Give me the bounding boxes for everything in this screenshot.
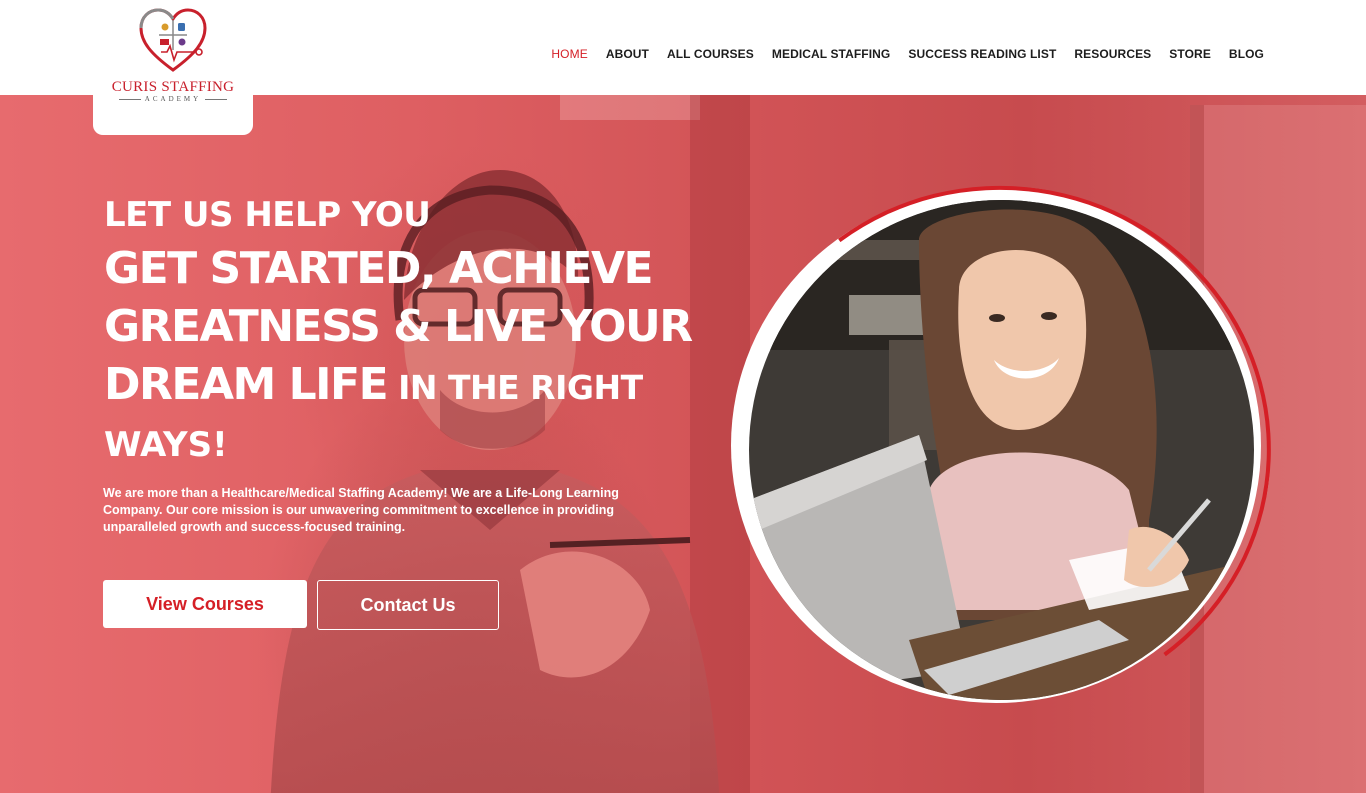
smiling-woman-laptop-image [749,200,1254,700]
hero-section: LET US HELP YOU GET STARTED, ACHIEVE GRE… [0,95,1366,793]
hero-photo-frame [731,188,1261,703]
main-nav: HOME ABOUT ALL COURSES MEDICAL STAFFING … [551,47,1264,61]
nav-item-home[interactable]: HOME [551,47,587,61]
contact-us-button[interactable]: Contact Us [317,580,499,630]
hero-heading-line5: WAYS! [104,425,228,465]
nav-item-blog[interactable]: BLOG [1229,47,1264,61]
logo-subtitle: ACADEMY [93,95,253,103]
hero-description: We are more than a Healthcare/Medical St… [103,486,619,534]
hero-heading-dream-life: DREAM LIFE [104,359,389,410]
logo-title: CURIS STAFFING [111,79,235,95]
woman-photo-illustration [749,200,1254,700]
nav-item-success-reading-list[interactable]: SUCCESS READING LIST [908,47,1056,61]
nav-item-store[interactable]: STORE [1169,47,1211,61]
nav-item-resources[interactable]: RESOURCES [1074,47,1151,61]
hero-heading-in-the-right: IN THE RIGHT [387,368,643,407]
site-logo[interactable]: CURIS STAFFING ACADEMY [93,0,253,135]
heart-stethoscope-logo-icon [139,8,207,72]
nav-item-all-courses[interactable]: ALL COURSES [667,47,754,61]
nav-item-about[interactable]: ABOUT [606,47,649,61]
hero-heading-line2: GET STARTED, ACHIEVE [104,243,654,294]
hero-heading-line4: DREAM LIFE IN THE RIGHT [104,363,643,407]
view-courses-button[interactable]: View Courses [103,580,307,628]
nav-item-medical-staffing[interactable]: MEDICAL STAFFING [772,47,890,61]
hero-heading-line1: LET US HELP YOU [104,195,431,235]
hero-heading-line3: GREATNESS & LIVE YOUR [104,301,693,352]
